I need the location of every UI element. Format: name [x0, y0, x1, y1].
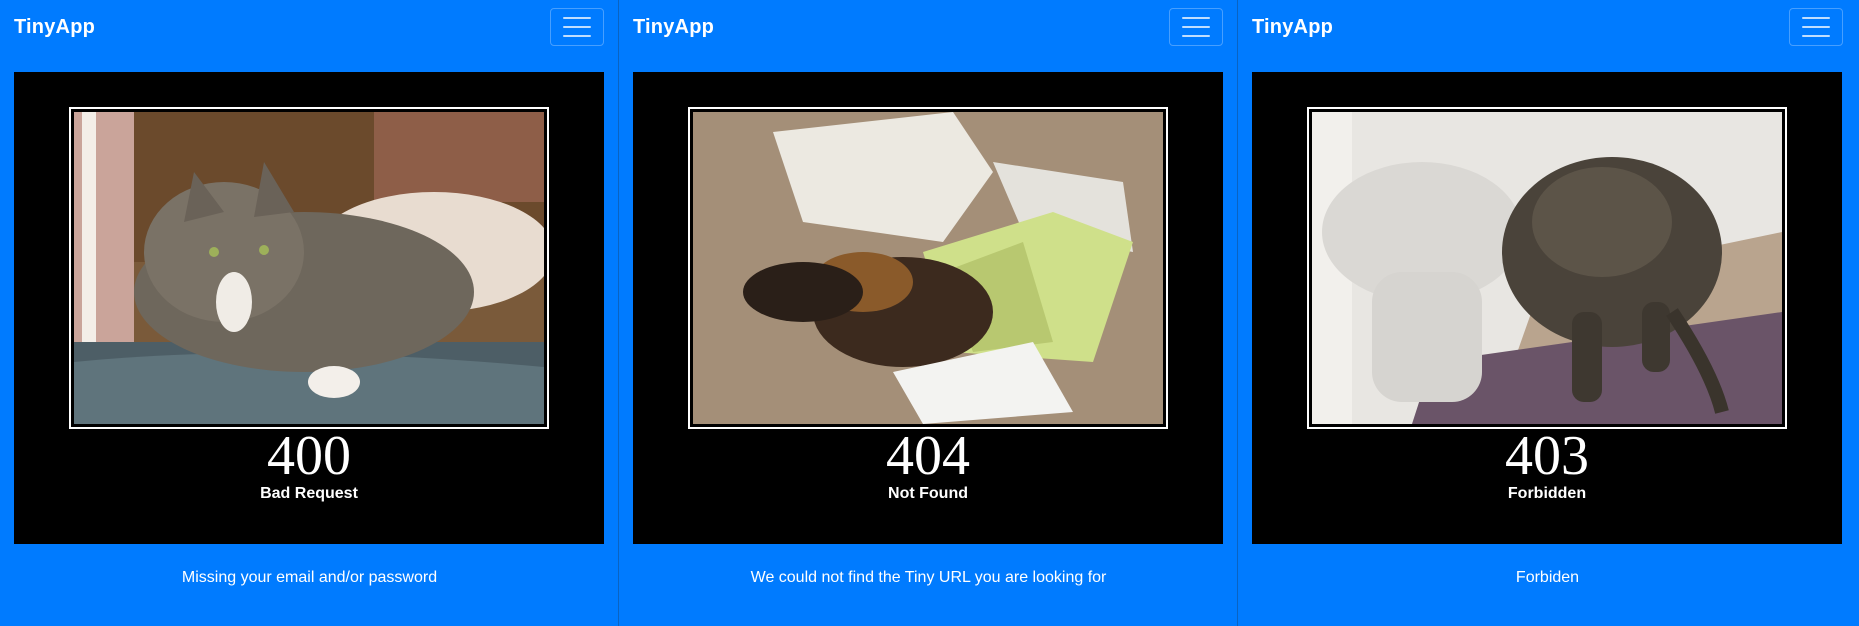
hamburger-menu-icon-bar	[563, 35, 591, 37]
navbar: TinyApp	[619, 0, 1237, 56]
error-code: 403	[1505, 425, 1589, 487]
menu-toggle-button[interactable]	[550, 8, 604, 46]
error-caption: Not Found	[888, 485, 968, 502]
cat-photo	[693, 112, 1163, 424]
error-poster: 400 Bad Request	[14, 72, 604, 544]
error-page-400: TinyApp 400 Bad Request Missing your ema…	[0, 0, 619, 626]
hamburger-menu-icon-bar	[1182, 26, 1210, 28]
hamburger-menu-icon-bar	[1802, 35, 1830, 37]
error-page-403: TinyApp 403 Forbidden Forbiden	[1238, 0, 1857, 626]
navbar: TinyApp	[0, 0, 618, 56]
hamburger-menu-icon-bar	[1182, 35, 1210, 37]
hamburger-menu-icon	[1182, 17, 1210, 19]
navbar: TinyApp	[1238, 0, 1857, 56]
hamburger-menu-icon	[563, 17, 591, 19]
cat-photo	[1312, 112, 1782, 424]
error-code: 400	[267, 425, 351, 487]
menu-toggle-button[interactable]	[1789, 8, 1843, 46]
cat-photo	[74, 112, 544, 424]
error-code: 404	[886, 425, 970, 487]
hamburger-menu-icon-bar	[1802, 26, 1830, 28]
navbar-brand[interactable]: TinyApp	[633, 15, 714, 39]
error-caption: Bad Request	[260, 485, 358, 502]
error-poster: 403 Forbidden	[1252, 72, 1842, 544]
error-message: Forbiden	[1515, 569, 1580, 586]
error-page-404: TinyApp 404 Not Found We could not find …	[619, 0, 1238, 626]
navbar-brand[interactable]: TinyApp	[14, 15, 95, 39]
hamburger-menu-icon	[1802, 17, 1830, 19]
error-poster: 404 Not Found	[633, 72, 1223, 544]
menu-toggle-button[interactable]	[1169, 8, 1223, 46]
navbar-brand[interactable]: TinyApp	[1252, 15, 1333, 39]
error-pages-row: TinyApp 400 Bad Request Missing your ema…	[0, 0, 1859, 626]
poster-frame	[1307, 107, 1787, 429]
hamburger-menu-icon-bar	[563, 26, 591, 28]
error-caption: Forbidden	[1507, 485, 1587, 502]
error-message: We could not find the Tiny URL you are l…	[750, 569, 1107, 586]
poster-frame	[688, 107, 1168, 429]
poster-frame	[69, 107, 549, 429]
error-message: Missing your email and/or password	[181, 569, 438, 586]
